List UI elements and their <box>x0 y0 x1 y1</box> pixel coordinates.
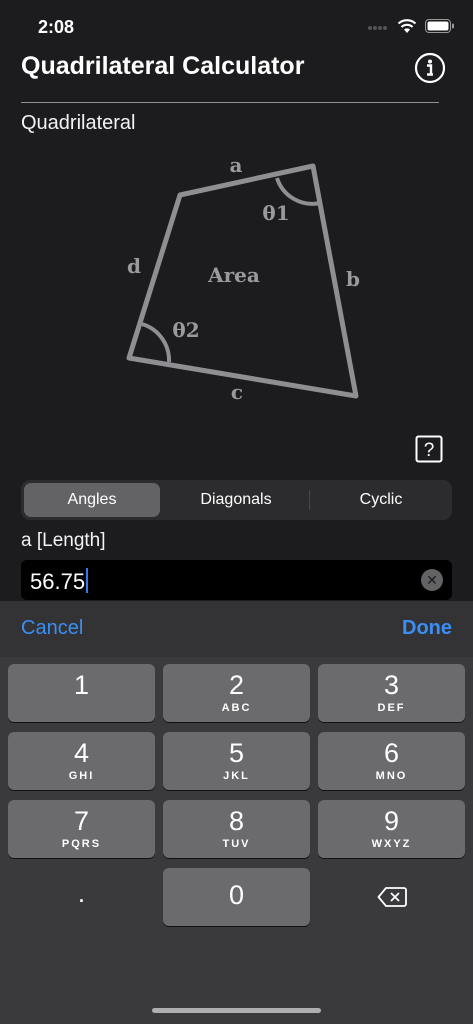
key-7[interactable]: 7 PQRS <box>8 800 155 858</box>
cancel-button[interactable]: Cancel <box>21 617 83 640</box>
clear-button[interactable]: ✕ <box>421 569 443 591</box>
segment-cyclic[interactable]: Cyclic <box>313 483 449 517</box>
wifi-icon <box>397 18 417 39</box>
segment-separator <box>309 490 310 510</box>
side-b-label: b <box>346 267 360 291</box>
page-title: Quadrilateral Calculator <box>21 52 305 80</box>
numeric-keyboard: Cancel Done 1 2 ABC 3 DEF 4 GHI 5 JKL 6 MNO 7… <box>0 601 473 1024</box>
key-decimal[interactable]: . <box>8 868 155 926</box>
info-button[interactable] <box>414 52 446 84</box>
key-0[interactable]: 0 <box>163 868 310 926</box>
side-c-label: c <box>231 380 243 404</box>
text-caret <box>86 568 89 593</box>
done-button[interactable]: Done <box>402 617 452 640</box>
key-6[interactable]: 6 MNO <box>318 732 465 790</box>
length-field-label: a [Length] <box>21 530 106 551</box>
signal-icon <box>367 19 389 37</box>
status-bar: 2:08 <box>0 0 473 52</box>
key-3[interactable]: 3 DEF <box>318 664 465 722</box>
key-9[interactable]: 9 WXYZ <box>318 800 465 858</box>
keyboard-accessory-bar: Cancel Done <box>0 601 473 657</box>
info-icon <box>414 52 446 84</box>
side-a-label: a <box>230 153 243 177</box>
header-divider <box>21 102 439 103</box>
question-mark-icon: ? <box>415 435 443 463</box>
backspace-button[interactable] <box>318 868 465 926</box>
segment-angles[interactable]: Angles <box>24 483 160 517</box>
home-indicator <box>152 1008 321 1013</box>
segment-diagonals[interactable]: Diagonals <box>167 483 305 517</box>
svg-text:?: ? <box>424 440 435 461</box>
status-time: 2:08 <box>38 17 75 37</box>
close-icon: ✕ <box>426 572 438 588</box>
quadrilateral-diagram: a b c d θ1 θ2 Area <box>126 153 360 404</box>
side-d-label: d <box>127 254 141 278</box>
key-1[interactable]: 1 <box>8 664 155 722</box>
key-4[interactable]: 4 GHI <box>8 732 155 790</box>
angle1-label: θ1 <box>262 201 289 225</box>
mode-segmented-control: Angles Diagonals Cyclic <box>21 480 452 520</box>
length-input[interactable]: 56.75 ✕ <box>21 560 452 600</box>
backspace-icon <box>377 887 407 907</box>
key-8[interactable]: 8 TUV <box>163 800 310 858</box>
area-label: Area <box>207 263 260 287</box>
battery-icon <box>425 18 455 38</box>
help-button[interactable]: ? <box>415 435 443 463</box>
status-icons <box>367 18 455 38</box>
key-5[interactable]: 5 JKL <box>163 732 310 790</box>
length-input-value: 56.75 <box>30 568 89 595</box>
key-2[interactable]: 2 ABC <box>163 664 310 722</box>
section-label: Quadrilateral <box>21 112 136 134</box>
angle2-label: θ2 <box>172 318 199 342</box>
